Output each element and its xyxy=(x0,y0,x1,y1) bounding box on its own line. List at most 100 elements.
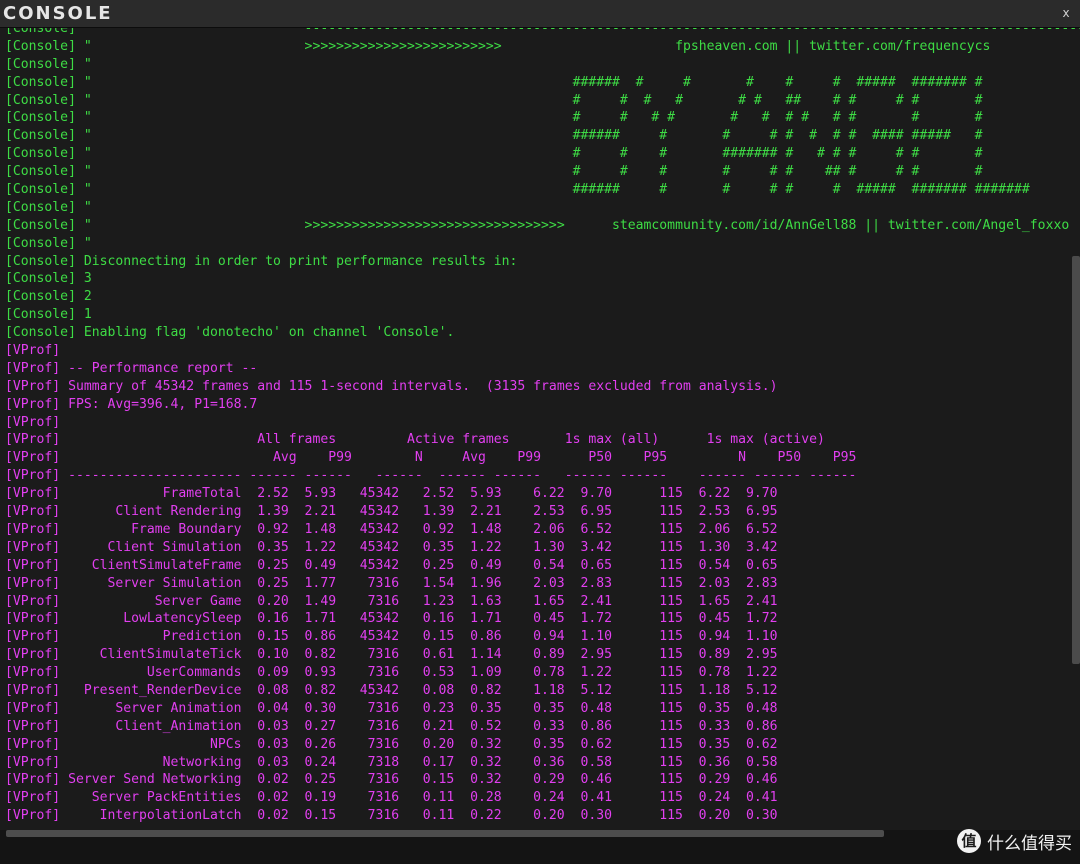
table-cell: 0.15 xyxy=(422,772,455,788)
table-cell: 45342 xyxy=(359,539,400,555)
vprof-line: [VProf] xyxy=(5,343,61,359)
table-cell: 7318 xyxy=(367,754,400,770)
table-cell: 0.20 xyxy=(257,593,289,609)
table-cell: 7316 xyxy=(367,647,400,663)
table-cell-name: Server PackEntities xyxy=(91,790,242,806)
table-cell: 6.52 xyxy=(580,521,612,537)
table-cell: 7316 xyxy=(367,665,400,681)
table-cell: 0.41 xyxy=(580,790,612,806)
table-cell: 115 xyxy=(659,790,683,806)
table-cell: 2.83 xyxy=(745,575,778,591)
console-output[interactable]: [Console] ------------------------------… xyxy=(0,28,1080,830)
table-row: [VProf] Server PackEntities 0.02 0.19 7316 0… xyxy=(5,789,1080,807)
table-cell: 0.08 xyxy=(422,682,455,698)
table-cell-name: InterpolationLatch xyxy=(99,808,242,824)
table-cell-name: Prediction xyxy=(162,629,242,645)
table-cell: 0.15 xyxy=(304,808,337,824)
watermark-logo: 值 什么值得买 xyxy=(957,826,1072,856)
table-cell: 2.52 xyxy=(257,486,289,502)
window-title: CONSOLE xyxy=(3,3,113,24)
table-row: [VProf] Networking 0.03 0.24 7318 0.17 0.32 0.… xyxy=(5,754,1080,772)
table-cell: 0.82 xyxy=(470,682,502,698)
table-cell: 115 xyxy=(659,539,683,555)
table-cell: 7316 xyxy=(367,772,400,788)
table-cell: 0.46 xyxy=(745,772,778,788)
table-cell: 0.65 xyxy=(580,557,612,573)
table-cell: 0.33 xyxy=(533,718,565,734)
table-cell: 1.10 xyxy=(580,629,612,645)
table-cell: 0.35 xyxy=(257,539,289,555)
table-cell: 115 xyxy=(659,575,683,591)
vertical-scrollbar[interactable] xyxy=(1072,256,1080,664)
vprof-line: [VProf] ---------------------- ------ --… xyxy=(5,468,857,484)
table-cell: 2.06 xyxy=(698,521,731,537)
console-line: [Console] Disconnecting in order to prin… xyxy=(5,253,518,269)
vprof-prefix: [VProf] xyxy=(5,772,69,788)
table-cell: 0.25 xyxy=(257,557,289,573)
horizontal-scrollbar[interactable] xyxy=(6,830,884,837)
table-cell: 0.36 xyxy=(698,754,731,770)
table-row: [VProf] NPCs 0.03 0.26 7316 0.20 0.32 0.35 0.62… xyxy=(5,736,1080,754)
table-cell: 2.03 xyxy=(698,575,731,591)
table-cell: 0.16 xyxy=(257,611,289,627)
table-cell: 1.72 xyxy=(580,611,612,627)
table-cell: 115 xyxy=(659,665,683,681)
table-cell: 45342 xyxy=(359,504,400,520)
table-cell: 6.22 xyxy=(533,486,565,502)
table-cell: 1.54 xyxy=(422,575,455,591)
console-line: [Console] " >>>>>>>>>>>>>>>>>>>>>>>>> fp… xyxy=(5,38,991,54)
console-line: [Console] " xyxy=(5,235,92,251)
table-cell-name: Present_RenderDevice xyxy=(83,682,242,698)
table-cell: 0.35 xyxy=(533,736,565,752)
vprof-prefix: [VProf] xyxy=(5,611,69,627)
vprof-prefix: [VProf] xyxy=(5,593,69,609)
vprof-prefix: [VProf] xyxy=(5,521,69,537)
table-cell: 0.92 xyxy=(257,521,289,537)
table-cell: 2.21 xyxy=(304,504,337,520)
table-cell: 1.30 xyxy=(698,539,731,555)
table-cell: 0.02 xyxy=(257,790,289,806)
table-cell: 0.86 xyxy=(470,629,502,645)
table-cell-name: NPCs xyxy=(209,736,242,752)
table-cell: 0.48 xyxy=(580,700,612,716)
table-cell: 0.17 xyxy=(422,754,455,770)
table-cell: 0.03 xyxy=(257,736,289,752)
table-cell: 0.16 xyxy=(422,611,455,627)
table-cell-name: UserCommands xyxy=(146,665,242,681)
table-cell: 0.36 xyxy=(533,754,565,770)
close-icon[interactable]: x xyxy=(1058,4,1074,22)
vprof-prefix: [VProf] xyxy=(5,629,69,645)
vprof-prefix: [VProf] xyxy=(5,754,69,770)
table-cell: 115 xyxy=(659,736,683,752)
table-cell: 1.23 xyxy=(422,593,455,609)
vprof-prefix: [VProf] xyxy=(5,790,69,806)
table-cell-name: FrameTotal xyxy=(162,486,242,502)
vprof-line: [VProf] Avg P99 N Avg P99 P50 P95 N P50 … xyxy=(5,450,857,466)
table-cell: 0.58 xyxy=(580,754,612,770)
table-cell: 0.03 xyxy=(257,718,289,734)
table-cell: 0.54 xyxy=(533,557,565,573)
table-cell: 0.92 xyxy=(422,521,455,537)
table-cell: 115 xyxy=(659,629,683,645)
table-cell-name: Server Send Networking xyxy=(68,772,242,788)
table-cell: 0.86 xyxy=(580,718,612,734)
table-cell: 115 xyxy=(659,682,683,698)
table-cell: 9.70 xyxy=(745,486,778,502)
table-cell: 0.24 xyxy=(533,790,565,806)
table-cell: 115 xyxy=(659,700,683,716)
vprof-prefix: [VProf] xyxy=(5,557,69,573)
table-cell: 5.93 xyxy=(304,486,337,502)
console-line: [Console] Enabling flag 'donotecho' on c… xyxy=(5,325,455,341)
vprof-prefix: [VProf] xyxy=(5,575,69,591)
table-cell: 1.22 xyxy=(304,539,337,555)
table-cell: 115 xyxy=(659,521,683,537)
table-cell: 0.82 xyxy=(304,647,337,663)
table-cell-name: Server Animation xyxy=(115,700,242,716)
console-line: [Console] 2 xyxy=(5,289,92,305)
vprof-line: [VProf] Summary of 45342 frames and 115 … xyxy=(5,378,778,394)
vprof-prefix: [VProf] xyxy=(5,647,69,663)
console-line: [Console] ------------------------------… xyxy=(5,28,1080,36)
console-line: [Console] " ###### # # # # # ##### #####… xyxy=(5,74,983,90)
table-cell: 2.21 xyxy=(470,504,502,520)
table-cell: 0.19 xyxy=(304,790,337,806)
